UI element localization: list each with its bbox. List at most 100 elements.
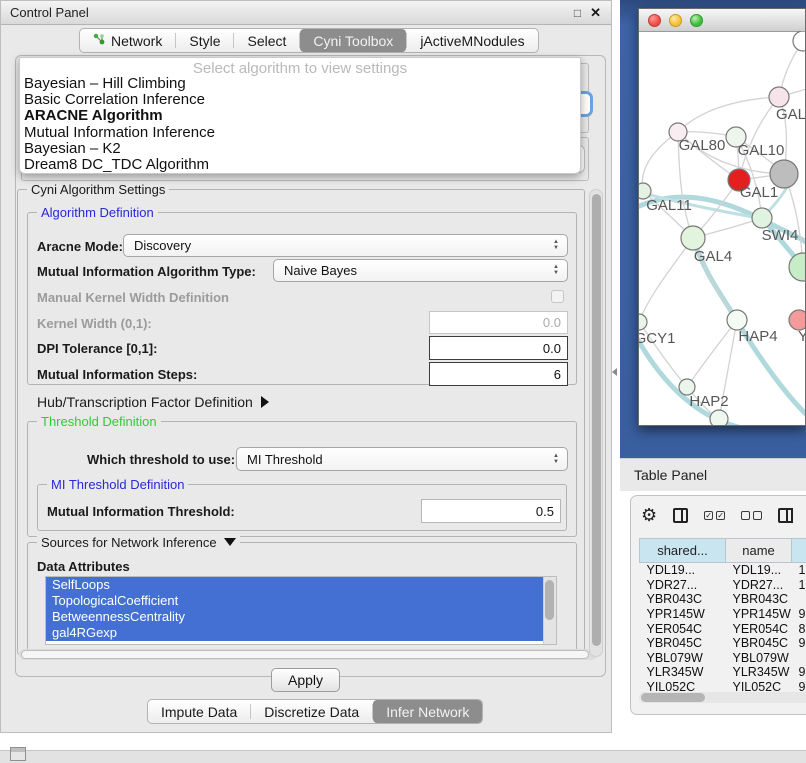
table-cell[interactable]: YBR045C [726, 636, 792, 651]
table-cell[interactable]: YDL19... [726, 563, 792, 578]
deselect-all-icon[interactable] [741, 511, 762, 520]
node-label-gal11: GAL11 [646, 197, 692, 214]
algorithm-option-basic-correlation-inference[interactable]: Basic Correlation Inference [20, 92, 580, 108]
table-cell[interactable]: YER054C [726, 621, 792, 636]
table-cell[interactable]: YPR145W [640, 607, 726, 622]
table-cell[interactable]: 9. [792, 665, 806, 680]
which-threshold-select[interactable]: MI Threshold ▲▼ [236, 447, 568, 471]
settings-hscrollbar[interactable] [19, 649, 597, 660]
bottom-tab-discretize-data[interactable]: Discretize Data [251, 700, 372, 723]
table-cell[interactable] [792, 651, 806, 666]
select-all-icon[interactable]: ✓✓ [704, 511, 725, 520]
table-cell[interactable]: YDR27... [726, 578, 792, 593]
tab-network[interactable]: Network [80, 29, 175, 52]
table-hscrollbar-thumb[interactable] [641, 693, 705, 702]
table-row[interactable]: YBR043CYBR043C [640, 592, 806, 607]
table-cell[interactable]: 8. [792, 621, 806, 636]
tab-select[interactable]: Select [234, 29, 299, 52]
network-view-window[interactable]: GALGAL80GAL10GAL1GAL11SWI4GAL4GCY1HAP4YH… [638, 8, 806, 426]
table-row[interactable]: YPR145WYPR145W9. [640, 607, 806, 622]
node-table[interactable]: shared...name YDL19...YDL19...13YDR27...… [639, 538, 806, 694]
network-node[interactable] [789, 253, 805, 281]
table-cell[interactable]: YBL079W [726, 651, 792, 666]
split-columns-icon[interactable] [673, 508, 688, 523]
table-cell[interactable]: YER054C [640, 621, 726, 636]
network-node[interactable] [752, 208, 772, 228]
column-header-name[interactable]: name [726, 539, 792, 563]
close-panel-icon[interactable]: ✕ [590, 5, 601, 21]
algorithm-option-mutual-information-inference[interactable]: Mutual Information Inference [20, 125, 580, 141]
table-cell[interactable]: YPR145W [726, 607, 792, 622]
manual-kernel-checkbox[interactable] [551, 290, 564, 303]
attribute-item-betweennesscentrality[interactable]: BetweennessCentrality [46, 609, 548, 625]
table-hscrollbar[interactable] [639, 692, 806, 703]
tab-cyni-toolbox[interactable]: Cyni Toolbox [300, 29, 406, 52]
bottom-tab-infer-network[interactable]: Infer Network [373, 700, 482, 723]
close-window-icon[interactable] [648, 14, 661, 27]
table-cell[interactable]: YBR043C [640, 592, 726, 607]
attribute-item-selfloops[interactable]: SelfLoops [46, 577, 548, 593]
network-window-titlebar[interactable] [639, 9, 805, 32]
attributes-scrollbar-thumb[interactable] [545, 580, 554, 620]
attribute-item-gal4rgexp[interactable]: gal4RGexp [46, 625, 548, 641]
network-node[interactable] [789, 310, 805, 330]
table-cell[interactable]: YLR345W [640, 665, 726, 680]
settings-vscrollbar[interactable] [589, 189, 603, 657]
table-cell[interactable]: 13 [792, 563, 806, 578]
table-cell[interactable]: YBL079W [640, 651, 726, 666]
mi-steps-input[interactable]: 6 [429, 362, 568, 386]
mi-threshold-input[interactable]: 0.5 [421, 499, 561, 523]
tab-jactivemnodules[interactable]: jActiveMNodules [407, 29, 537, 52]
table-row[interactable]: YER054CYER054C8. [640, 621, 806, 636]
dpi-tolerance-input[interactable]: 0.0 [429, 336, 568, 360]
table-cell[interactable]: 9. [792, 636, 806, 651]
table-row[interactable]: YDR27...YDR27...12 [640, 578, 806, 593]
table-row[interactable]: YBR045CYBR045C9. [640, 636, 806, 651]
apply-button[interactable]: Apply [271, 668, 340, 692]
table-row[interactable]: YBL079WYBL079W [640, 651, 806, 666]
table-icon[interactable] [778, 508, 793, 523]
table-cell[interactable]: YLR345W [726, 665, 792, 680]
network-node[interactable] [727, 310, 747, 330]
algorithm-option-aracne-algorithm[interactable]: ARACNE Algorithm [20, 108, 580, 124]
settings-vscrollbar-thumb[interactable] [592, 194, 601, 646]
network-node[interactable] [710, 410, 728, 425]
table-row[interactable]: YLR345WYLR345W9. [640, 665, 806, 680]
split-pane-collapse-icon[interactable] [612, 368, 617, 376]
table-row[interactable]: YDL19...YDL19...13 [640, 563, 806, 578]
data-attributes-list[interactable]: SelfLoopsTopologicalCoefficientBetweenne… [45, 576, 557, 645]
algorithm-option-dream8-dc-tdc-algorithm[interactable]: Dream8 DC_TDC Algorithm [20, 157, 580, 173]
aracne-mode-select[interactable]: Discovery ▲▼ [123, 234, 568, 257]
table-cell[interactable]: YBR045C [640, 636, 726, 651]
hub-definition-toggle[interactable]: Hub/Transcription Factor Definition [37, 394, 269, 410]
sources-group-title[interactable]: Sources for Network Inference [37, 535, 240, 550]
bottom-tab-impute-data[interactable]: Impute Data [148, 700, 250, 723]
minimize-window-icon[interactable] [669, 14, 682, 27]
algorithm-option-bayesian-k2[interactable]: Bayesian – K2 [20, 141, 580, 157]
algorithm-option-bayesian-hill-climbing[interactable]: Bayesian – Hill Climbing [20, 76, 580, 92]
table-cell[interactable]: 9. [792, 607, 806, 622]
settings-hscrollbar-thumb[interactable] [21, 650, 589, 659]
attribute-item-topologicalcoefficient[interactable]: TopologicalCoefficient [46, 593, 548, 609]
mi-type-select[interactable]: Naive Bayes ▲▼ [273, 259, 568, 282]
settings-gear-icon[interactable]: ⚙ [641, 506, 657, 524]
tab-style[interactable]: Style [176, 29, 233, 52]
attributes-scrollbar[interactable] [543, 577, 556, 644]
network-node[interactable] [793, 31, 805, 51]
table-cell[interactable]: YDR27... [640, 578, 726, 593]
mi-threshold-label: Mutual Information Threshold: [47, 504, 235, 519]
zoom-window-icon[interactable] [690, 14, 703, 27]
network-node[interactable] [639, 314, 647, 330]
column-header-cut[interactable] [792, 539, 806, 563]
table-cell[interactable]: 12 [792, 578, 806, 593]
minimized-panel-icon[interactable] [10, 747, 26, 761]
table-cell[interactable] [792, 592, 806, 607]
table-cell[interactable]: YDL19... [640, 563, 726, 578]
kernel-width-input[interactable]: 0.0 [429, 311, 568, 334]
network-canvas[interactable]: GALGAL80GAL10GAL1GAL11SWI4GAL4GCY1HAP4YH… [639, 31, 805, 425]
network-node[interactable] [681, 226, 705, 250]
column-header-shared...[interactable]: shared... [640, 539, 726, 563]
network-node[interactable] [769, 87, 789, 107]
table-cell[interactable]: YBR043C [726, 592, 792, 607]
float-window-icon[interactable]: □ [574, 6, 581, 20]
